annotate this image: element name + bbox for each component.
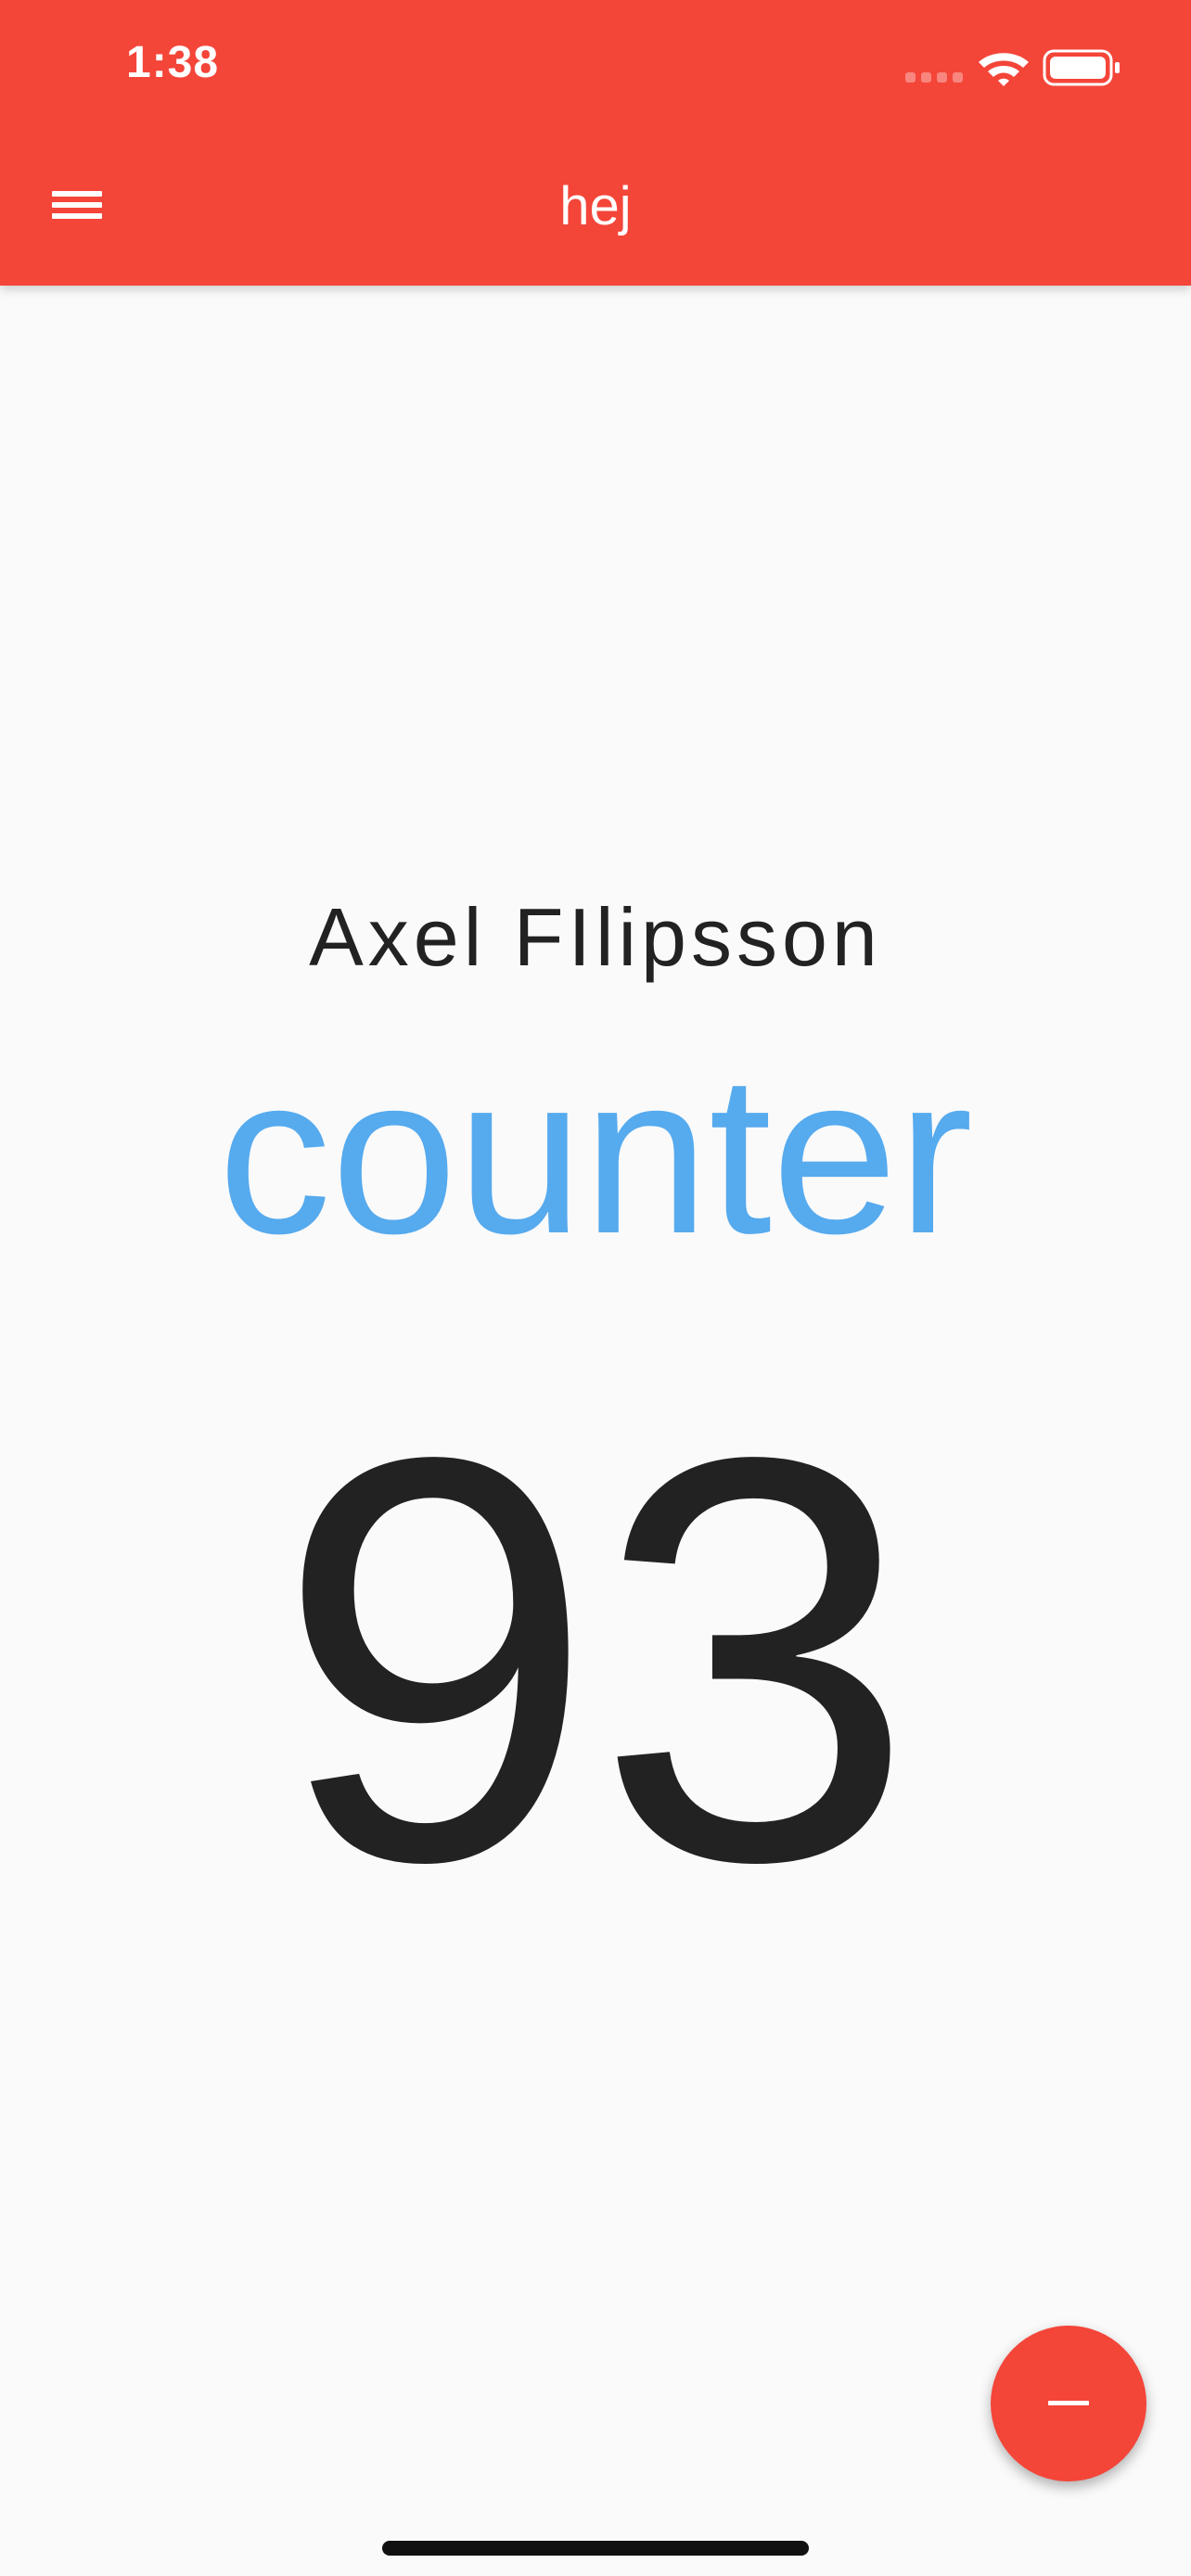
name-label: Axel FIlipsson xyxy=(309,891,882,983)
counter-value: 93 xyxy=(275,1339,916,1981)
app-bar-title: hej xyxy=(559,176,632,236)
minus-icon xyxy=(1048,2401,1089,2405)
status-time: 1:38 xyxy=(126,38,220,87)
signal-icon xyxy=(905,72,963,83)
app-screen: 1:38 hej Axel FIlipsson counter 93 xyxy=(0,0,1191,2576)
wifi-icon xyxy=(979,53,1029,86)
app-bar: 1:38 hej xyxy=(0,0,1191,286)
battery-icon xyxy=(1043,49,1120,86)
counter-label: counter xyxy=(218,1027,973,1281)
home-indicator xyxy=(382,2541,809,2556)
decrement-button[interactable] xyxy=(991,2326,1146,2481)
